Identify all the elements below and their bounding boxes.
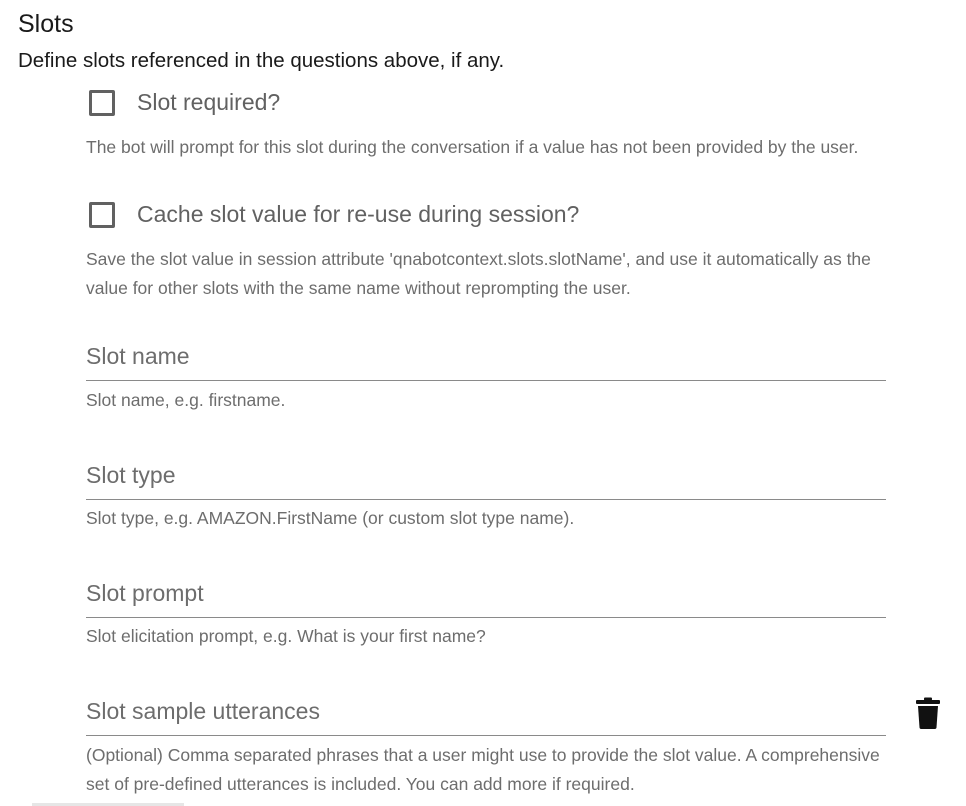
slot-name-label: Slot name (86, 343, 190, 369)
cache-slot-value-checkbox[interactable]: Cache slot value for re-use during sessi… (89, 201, 579, 228)
section-title: Slots (18, 10, 74, 38)
slot-sample-utterances-hint: (Optional) Comma separated phrases that … (86, 745, 880, 794)
slot-sample-utterances-field[interactable]: Slot sample utterances (86, 692, 886, 736)
slot-prompt-label: Slot prompt (86, 580, 204, 606)
slot-required-label: Slot required? (137, 89, 281, 115)
slot-name-field[interactable]: Slot name (86, 337, 886, 381)
slots-editor: Slots Define slots referenced in the que… (0, 0, 966, 806)
slot-required-checkbox[interactable]: Slot required? (89, 89, 280, 116)
cache-slot-value-label: Cache slot value for re-use during sessi… (137, 201, 580, 227)
slot-prompt-hint: Slot elicitation prompt, e.g. What is yo… (86, 626, 486, 646)
slot-required-hint: The bot will prompt for this slot during… (86, 137, 859, 157)
slot-type-field[interactable]: Slot type (86, 456, 886, 500)
slot-type-label: Slot type (86, 462, 176, 488)
checkbox-box[interactable] (89, 89, 115, 116)
slot-sample-utterances-label: Slot sample utterances (86, 698, 320, 724)
slot-name-hint: Slot name, e.g. firstname. (86, 390, 286, 410)
slot-prompt-field[interactable]: Slot prompt (86, 574, 886, 618)
section-description: Define slots referenced in the questions… (18, 49, 505, 72)
trash-icon[interactable] (916, 697, 940, 729)
checkbox-box[interactable] (89, 201, 115, 228)
slot-type-hint: Slot type, e.g. AMAZON.FirstName (or cus… (86, 508, 575, 528)
cache-slot-value-hint: Save the slot value in session attribute… (86, 249, 871, 298)
